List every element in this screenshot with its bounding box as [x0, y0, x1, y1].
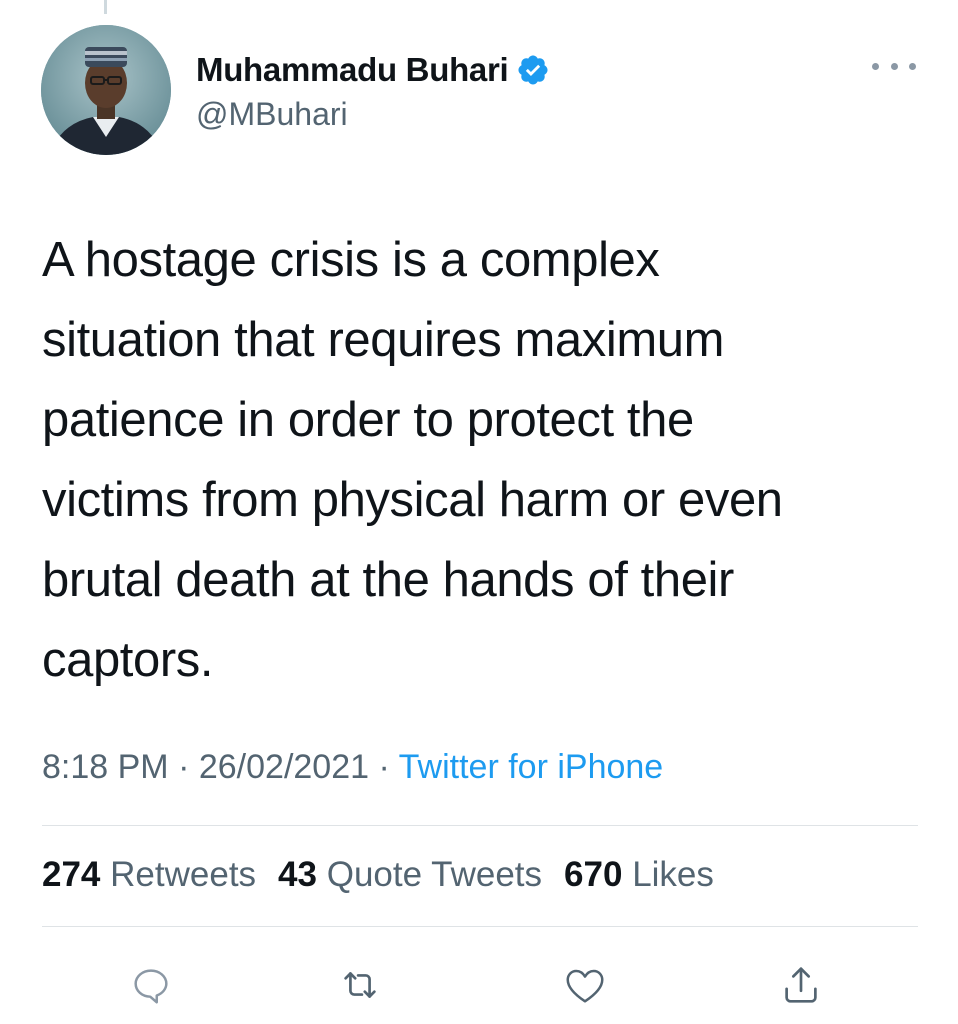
tweet-stats: 274 Retweets 43 Quote Tweets 670 Likes — [42, 855, 714, 895]
tweet-date[interactable]: 26/02/2021 — [199, 748, 369, 786]
tweet-time[interactable]: 8:18 PM — [42, 748, 169, 786]
tweet-text: A hostage crisis is a complex situation … — [42, 233, 783, 687]
quote-tweets-count: 43 — [278, 855, 317, 894]
divider — [42, 825, 918, 826]
more-dot — [909, 62, 916, 70]
author-name-row[interactable]: Muhammadu Buhari — [196, 50, 550, 90]
tweet-meta: 8:18 PM · 26/02/2021 · Twitter for iPhon… — [42, 748, 663, 787]
meta-separator: · — [178, 748, 190, 786]
verified-badge-icon — [518, 55, 548, 85]
likes-label: Likes — [632, 855, 714, 894]
retweets-count: 274 — [42, 855, 101, 894]
more-dot — [890, 62, 898, 70]
likes-stat[interactable]: 670 Likes — [564, 855, 714, 894]
reply-icon[interactable] — [128, 962, 174, 1008]
likes-count: 670 — [564, 855, 623, 894]
author-handle[interactable]: @MBuhari — [196, 96, 348, 133]
more-dot — [872, 62, 879, 70]
avatar[interactable] — [41, 25, 171, 155]
meta-separator: · — [378, 748, 390, 786]
share-icon[interactable] — [778, 962, 824, 1008]
more-options-icon[interactable] — [872, 56, 916, 76]
retweets-label: Retweets — [110, 855, 257, 894]
thread-connector-line — [104, 0, 107, 14]
retweet-icon[interactable] — [337, 962, 383, 1008]
author-display-name[interactable]: Muhammadu Buhari — [196, 51, 509, 89]
quote-tweets-label: Quote Tweets — [326, 855, 543, 894]
divider — [42, 926, 918, 927]
tweet-source-link[interactable]: Twitter for iPhone — [399, 748, 664, 786]
quote-tweets-stat[interactable]: 43 Quote Tweets — [278, 855, 542, 894]
like-heart-icon[interactable] — [562, 962, 608, 1008]
retweets-stat[interactable]: 274 Retweets — [42, 855, 256, 894]
